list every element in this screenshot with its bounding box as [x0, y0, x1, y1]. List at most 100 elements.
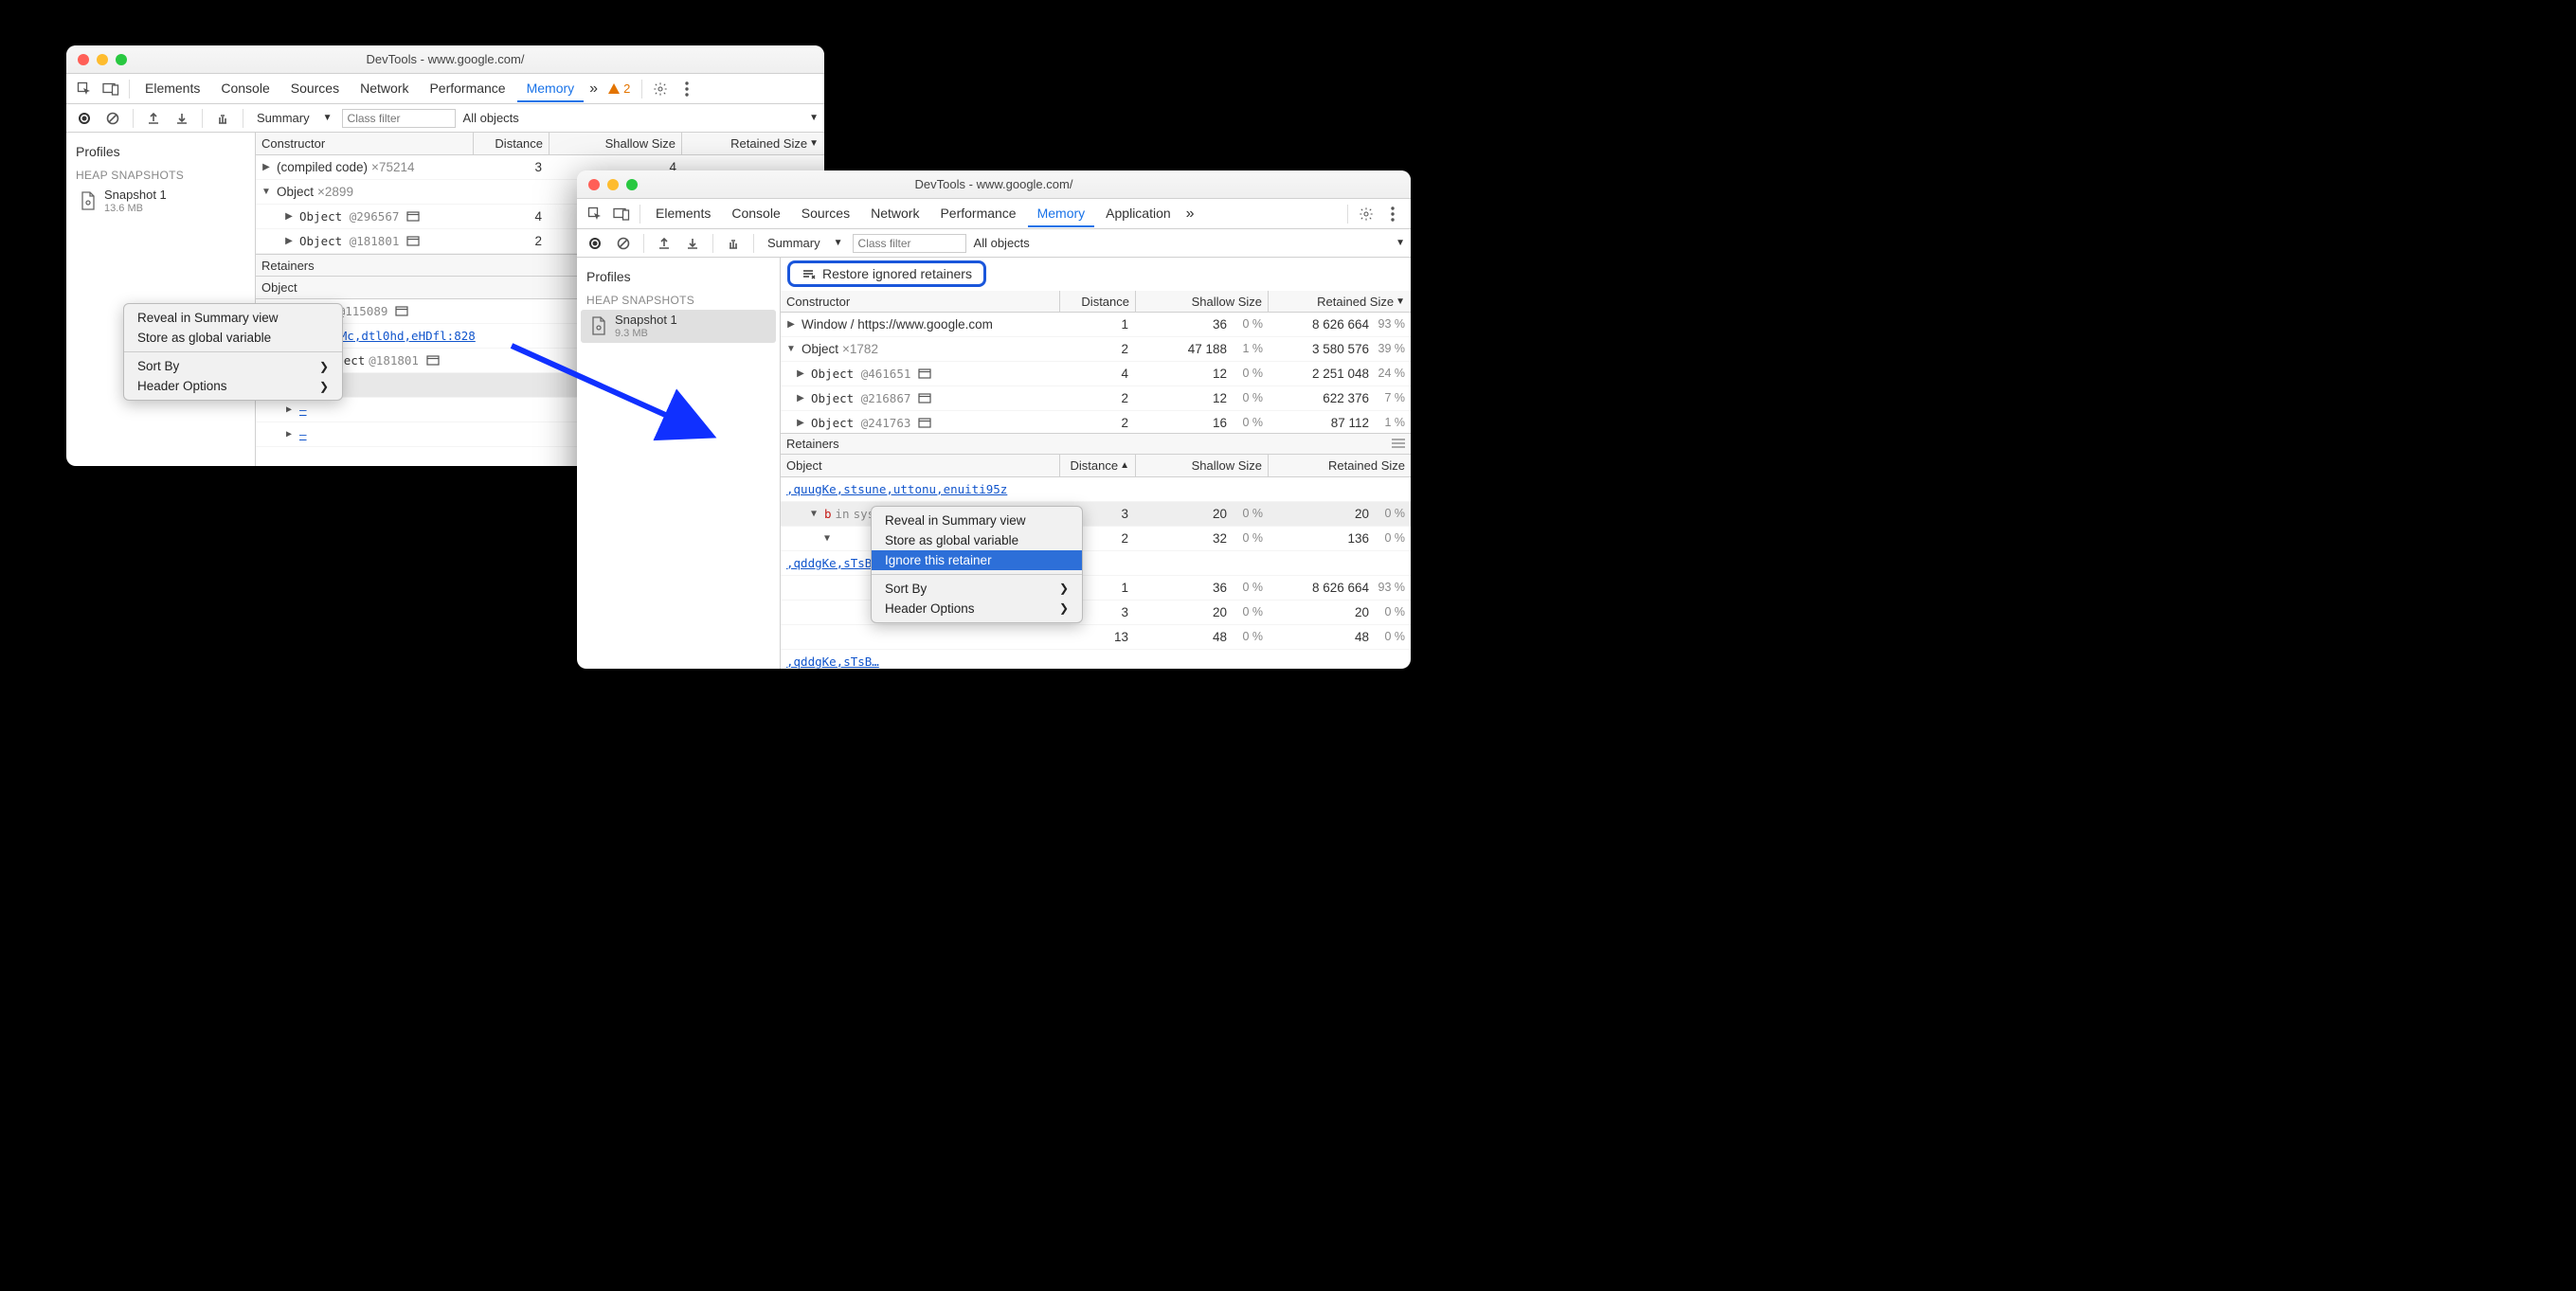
clear-icon[interactable]: [611, 231, 636, 256]
retainers-label: Retainers: [786, 437, 839, 451]
profiles-heading: Profiles: [577, 265, 780, 292]
table-row[interactable]: ▶Object @241763 2 160 % 87 1121 %: [781, 411, 1411, 432]
col-distance[interactable]: Distance▲: [1060, 455, 1136, 475]
hamburger-icon[interactable]: [1392, 437, 1405, 451]
inspect-icon[interactable]: [72, 77, 97, 101]
table-row[interactable]: ▶Object @461651 4 120 % 2 251 04824 %: [781, 362, 1411, 386]
tab-console[interactable]: Console: [722, 201, 789, 227]
window-title: DevTools - www.google.com/: [66, 52, 824, 66]
import-icon[interactable]: [680, 231, 705, 256]
col-shallow[interactable]: Shallow Size: [1136, 455, 1269, 475]
col-shallow[interactable]: Shallow Size: [549, 133, 682, 154]
devtools-tabbar: Elements Console Sources Network Perform…: [66, 74, 824, 104]
table-row[interactable]: 13 480 % 480 %: [781, 625, 1411, 650]
tab-elements[interactable]: Elements: [646, 201, 720, 227]
col-constructor[interactable]: Constructor: [781, 291, 1060, 312]
col-retained[interactable]: Retained Size▼: [1269, 291, 1411, 312]
col-shallow[interactable]: Shallow Size: [1136, 291, 1269, 312]
more-tabs-button[interactable]: »: [1182, 206, 1198, 223]
record-icon[interactable]: [583, 231, 607, 256]
table-row[interactable]: ,qddgKe,sTsB…: [781, 650, 1411, 669]
window-title: DevTools - www.google.com/: [577, 177, 1411, 191]
table-row[interactable]: ▶Window / https://www.google.com 1 360 %…: [781, 313, 1411, 337]
export-icon[interactable]: [141, 106, 166, 131]
window-icon: [406, 211, 420, 222]
issues-count: 2: [623, 81, 630, 96]
gc-icon[interactable]: [210, 106, 235, 131]
menu-store[interactable]: Store as global variable: [124, 328, 342, 348]
tab-application[interactable]: Application: [1096, 201, 1180, 227]
tab-network[interactable]: Network: [861, 201, 928, 227]
profiles-heading: Profiles: [66, 140, 255, 167]
menu-ignore-retainer[interactable]: Ignore this retainer: [872, 550, 1082, 570]
minimize-window-button[interactable]: [607, 179, 619, 190]
objects-filter[interactable]: All objects▼: [974, 236, 1405, 250]
col-distance[interactable]: Distance: [1060, 291, 1136, 312]
tab-memory[interactable]: Memory: [1028, 201, 1095, 227]
device-toolbar-icon[interactable]: [609, 202, 634, 226]
window-icon: [406, 236, 420, 246]
view-select[interactable]: Summary ▼: [251, 108, 338, 129]
maximize-window-button[interactable]: [626, 179, 638, 190]
window-icon: [395, 306, 408, 316]
tab-network[interactable]: Network: [351, 76, 418, 102]
objects-filter[interactable]: All objects ▼: [463, 111, 819, 125]
restore-icon: [802, 267, 817, 280]
col-retained[interactable]: Retained Size▼: [682, 133, 824, 154]
snapshot-size: 13.6 MB: [104, 203, 167, 215]
table-row[interactable]: ▼Object ×1782 2 47 1881 % 3 580 57639 %: [781, 337, 1411, 362]
close-window-button[interactable]: [78, 54, 89, 65]
restore-ignored-retainers-button[interactable]: Restore ignored retainers: [787, 260, 986, 287]
tab-memory[interactable]: Memory: [517, 76, 585, 102]
menu-reveal[interactable]: Reveal in Summary view: [124, 308, 342, 328]
window-titlebar: DevTools - www.google.com/: [577, 170, 1411, 199]
kebab-menu-icon[interactable]: [1380, 202, 1405, 226]
gear-icon[interactable]: [648, 77, 673, 101]
inspect-icon[interactable]: [583, 202, 607, 226]
memory-toolbar: Summary ▼ All objects ▼: [66, 104, 824, 133]
table-row[interactable]: ,quugKe,stsune,uttonu,enuiti95z: [781, 477, 1411, 502]
tab-sources[interactable]: Sources: [281, 76, 349, 102]
class-filter-input[interactable]: [853, 234, 966, 253]
tab-console[interactable]: Console: [211, 76, 279, 102]
snapshot-title: Snapshot 1: [104, 188, 167, 203]
menu-sortby[interactable]: Sort By❯: [872, 579, 1082, 599]
kebab-menu-icon[interactable]: [675, 77, 699, 101]
more-tabs-button[interactable]: »: [585, 81, 602, 98]
menu-header-options[interactable]: Header Options❯: [124, 376, 342, 396]
menu-sortby[interactable]: Sort By❯: [124, 356, 342, 376]
col-retained[interactable]: Retained Size: [1269, 455, 1411, 475]
tab-sources[interactable]: Sources: [792, 201, 859, 227]
view-select[interactable]: Summary▼: [762, 233, 849, 254]
snapshot-item[interactable]: Snapshot 1 13.6 MB: [66, 185, 255, 218]
maximize-window-button[interactable]: [116, 54, 127, 65]
tab-performance[interactable]: Performance: [930, 201, 1025, 227]
issues-badge[interactable]: 2: [607, 81, 630, 96]
menu-header-options[interactable]: Header Options❯: [872, 599, 1082, 619]
col-object[interactable]: Object: [781, 455, 1060, 475]
menu-store[interactable]: Store as global variable: [872, 530, 1082, 550]
export-icon[interactable]: [652, 231, 676, 256]
tab-elements[interactable]: Elements: [135, 76, 209, 102]
clear-icon[interactable]: [100, 106, 125, 131]
table-row[interactable]: ▶Object @216867 2 120 % 622 3767 %: [781, 386, 1411, 411]
gear-icon[interactable]: [1354, 202, 1378, 226]
context-menu: Reveal in Summary view Store as global v…: [123, 303, 343, 401]
device-toolbar-icon[interactable]: [99, 77, 123, 101]
tab-performance[interactable]: Performance: [420, 76, 514, 102]
constructors-header: Constructor Distance Shallow Size Retain…: [256, 133, 824, 155]
menu-reveal[interactable]: Reveal in Summary view: [872, 511, 1082, 530]
profiles-sidebar: Profiles HEAP SNAPSHOTS Snapshot 1 13.6 …: [66, 133, 256, 466]
snapshot-icon: [80, 190, 97, 211]
col-distance[interactable]: Distance: [474, 133, 549, 154]
gc-icon[interactable]: [721, 231, 746, 256]
window-titlebar: DevTools - www.google.com/: [66, 45, 824, 74]
close-window-button[interactable]: [588, 179, 600, 190]
objects-filter-label: All objects: [463, 111, 519, 125]
import-icon[interactable]: [170, 106, 194, 131]
col-constructor[interactable]: Constructor: [256, 133, 474, 154]
record-icon[interactable]: [72, 106, 97, 131]
context-menu: Reveal in Summary view Store as global v…: [871, 506, 1083, 623]
minimize-window-button[interactable]: [97, 54, 108, 65]
class-filter-input[interactable]: [342, 109, 456, 128]
